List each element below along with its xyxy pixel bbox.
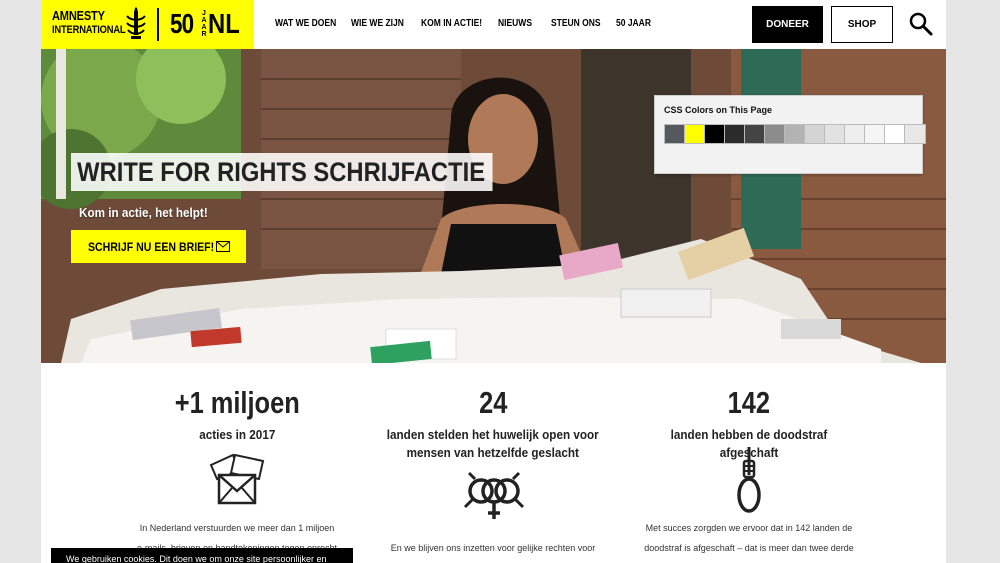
- color-swatch[interactable]: [805, 125, 825, 143]
- page: AMNESTY INTERNATIONAL 50 JAAR NL WAT WE …: [41, 0, 946, 563]
- color-swatch[interactable]: [825, 125, 845, 143]
- nav-item-50-jaar[interactable]: 50 JAAR: [616, 17, 651, 31]
- stat-label: acties in 2017: [198, 427, 276, 442]
- logo-line-1: AMNESTY: [52, 8, 105, 23]
- color-swatch[interactable]: [905, 125, 925, 143]
- mail-icon: [216, 241, 230, 252]
- site-header: AMNESTY INTERNATIONAL 50 JAAR NL WAT WE …: [41, 0, 946, 49]
- nav-item-nieuws[interactable]: NIEUWS: [498, 17, 532, 31]
- donate-button[interactable]: DONEER: [752, 6, 823, 43]
- color-swatch[interactable]: [785, 125, 805, 143]
- css-colors-widget: CSS Colors on This Page: [654, 95, 926, 174]
- stat-number: 142: [727, 385, 771, 420]
- stat-description-line: En we blijven ons inzetten voor gelijke …: [390, 543, 596, 553]
- nav-item-steun-ons[interactable]: STEUN ONS: [551, 17, 601, 31]
- color-swatch[interactable]: [885, 125, 905, 143]
- logo-fifty: 50: [170, 8, 194, 39]
- search-icon[interactable]: [908, 11, 934, 37]
- stat-description-line: doodstraf is afgeschaft – dat is meer da…: [644, 543, 854, 553]
- nav-item-wat-we-doen[interactable]: WAT WE DOEN: [275, 17, 336, 31]
- nav-item-kom-in-actie[interactable]: KOM IN ACTIE!: [421, 17, 482, 31]
- stat-label: landen stelden het huwelijk open voor me…: [387, 427, 599, 460]
- color-swatches: [664, 124, 926, 144]
- logo-jaar: JAAR: [201, 10, 207, 38]
- cookie-text: We gebruiken cookies. Dit doen we om onz…: [66, 554, 327, 563]
- stat-number: +1 miljoen: [174, 385, 300, 420]
- nav-item-wie-we-zijn[interactable]: WIE WE ZIJN: [351, 17, 404, 31]
- noose-icon: [737, 447, 761, 513]
- color-swatch[interactable]: [685, 125, 705, 143]
- logo-wordmark: AMNESTY INTERNATIONAL: [52, 8, 126, 37]
- hero-banner: WRITE FOR RIGHTS SCHRIJFACTIE Kom in act…: [41, 49, 946, 363]
- hero-title: WRITE FOR RIGHTS SCHRIJFACTIE: [71, 153, 493, 191]
- logo-nl: NL: [208, 8, 240, 39]
- hero-subtitle: Kom in actie, het helpt!: [79, 205, 208, 220]
- gender-symbols-icon: [463, 471, 525, 519]
- color-swatch[interactable]: [705, 125, 725, 143]
- stats-section: +1 miljoen acties in 2017 In Nederland v…: [41, 363, 946, 563]
- color-swatch[interactable]: [665, 125, 685, 143]
- color-swatch[interactable]: [725, 125, 745, 143]
- candle-icon: [126, 7, 146, 39]
- stat-description-line: Met succes zorgden we ervoor dat in 142 …: [645, 523, 853, 533]
- stat-description-line: In Nederland verstuurden we meer dan 1 m…: [139, 523, 335, 533]
- logo-separator: [157, 8, 159, 41]
- stat-number: 24: [478, 385, 508, 420]
- write-letter-button[interactable]: SCHRIJF NU EEN BRIEF!: [71, 230, 246, 263]
- widget-title: CSS Colors on This Page: [664, 105, 773, 115]
- envelopes-icon: [209, 453, 265, 505]
- color-swatch[interactable]: [745, 125, 765, 143]
- amnesty-logo[interactable]: AMNESTY INTERNATIONAL 50 JAAR NL: [41, 0, 254, 49]
- shop-button[interactable]: SHOP: [831, 6, 893, 43]
- logo-line-2: INTERNATIONAL: [52, 24, 126, 36]
- color-swatch[interactable]: [845, 125, 865, 143]
- color-swatch[interactable]: [865, 125, 885, 143]
- cookie-banner: We gebruiken cookies. Dit doen we om onz…: [51, 548, 353, 563]
- color-swatch[interactable]: [765, 125, 785, 143]
- write-letter-label: SCHRIJF NU EEN BRIEF!: [88, 239, 215, 254]
